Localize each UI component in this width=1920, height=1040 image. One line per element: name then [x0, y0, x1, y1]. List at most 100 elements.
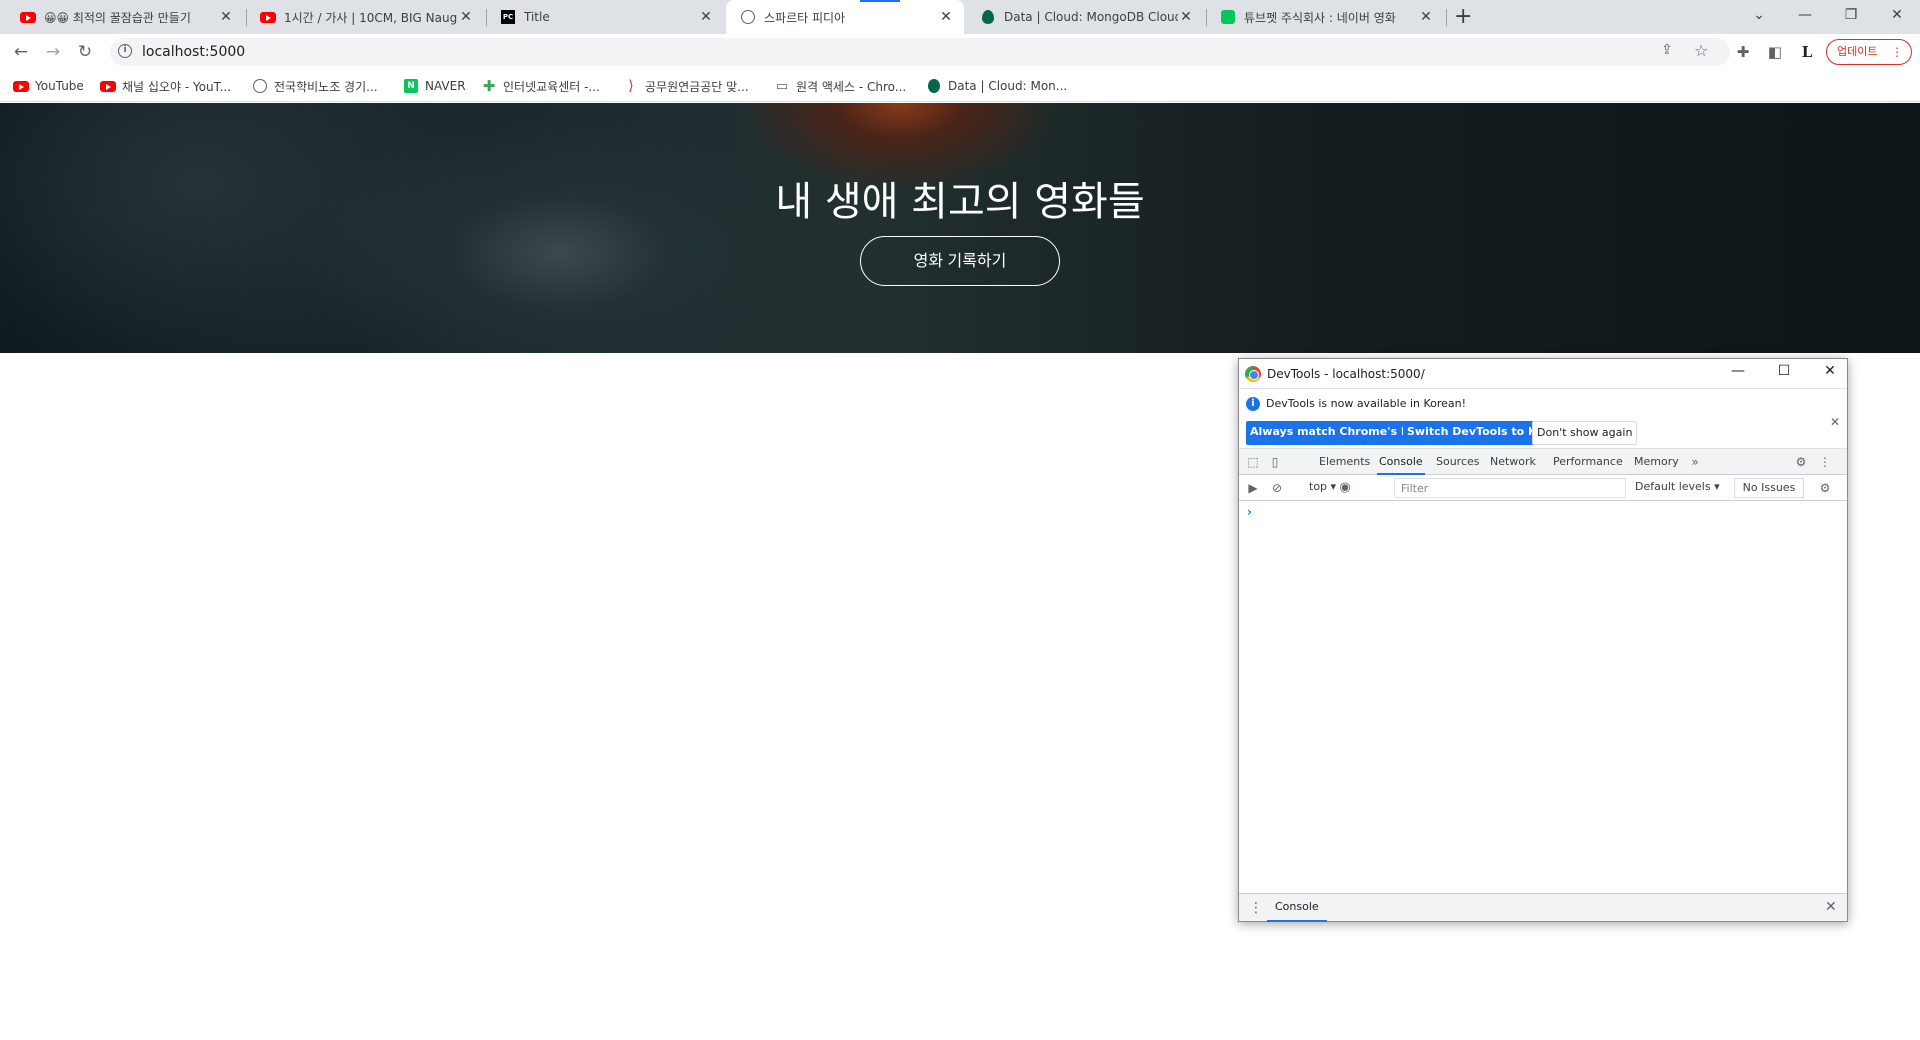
close-icon[interactable]: ✕	[218, 9, 234, 25]
close-icon[interactable]: ✕	[1178, 9, 1194, 25]
address-url[interactable]: localhost:5000	[142, 44, 245, 60]
hero-banner: 내 생애 최고의 영화들 영화 기록하기	[0, 103, 1920, 353]
bookmark-label: 인터넷교육센터 -...	[503, 79, 600, 94]
bookmark-internet-edu[interactable]: ✚ 인터넷교육센터 -...	[481, 76, 600, 96]
inspect-element-icon[interactable]: ⬚	[1245, 454, 1261, 470]
close-icon[interactable]: ✕	[458, 9, 474, 25]
levels-value: Default levels	[1635, 480, 1711, 493]
tab-title: 튜브펫 주식회사 : 네이버 영화	[1244, 10, 1396, 25]
address-bar[interactable]: i localhost:5000 ⇪ ☆	[110, 38, 1730, 66]
forward-arrow-icon[interactable]: →	[41, 40, 65, 64]
bookmark-star-icon[interactable]: ☆	[1694, 41, 1708, 60]
menu-kebab-icon: ⋮	[1891, 45, 1903, 59]
new-tab-plus-icon[interactable]: +	[1454, 5, 1472, 29]
devtools-window: DevTools - localhost:5000/ — ☐ ✕ i DevTo…	[1238, 358, 1848, 922]
tab-title-page[interactable]: PC Title ✕	[486, 0, 724, 34]
context-value: top	[1309, 480, 1328, 493]
extensions-puzzle-icon[interactable]: ✚	[1732, 40, 1754, 64]
site-info-icon[interactable]: i	[118, 44, 132, 58]
bookmark-pension[interactable]: ⟩ 공무원연금공단 맞...	[623, 76, 749, 96]
youtube-icon	[260, 9, 276, 25]
bookmark-label: 전국학비노조 경기...	[274, 79, 378, 94]
bookmark-remote-access[interactable]: ▭ 원격 액세스 - Chro...	[774, 76, 906, 96]
tab-console[interactable]: Console	[1377, 449, 1425, 475]
kebab-menu-icon[interactable]: ⋮	[1817, 454, 1833, 470]
gear-icon[interactable]: ⚙	[1817, 480, 1833, 496]
share-icon[interactable]: ⇪	[1661, 42, 1673, 58]
browser-toolbar: ← → ↻ i localhost:5000 ⇪ ☆ ✚ ◧ L 업데이트 ⋮	[0, 34, 1920, 70]
tab-search-chevron-icon[interactable]: ⌄	[1736, 0, 1782, 34]
back-arrow-icon[interactable]: ←	[9, 40, 33, 64]
more-tabs-chevron-icon[interactable]: »	[1687, 454, 1703, 470]
console-output[interactable]: ›	[1239, 501, 1847, 893]
profile-avatar[interactable]: L	[1796, 40, 1818, 64]
tab-youtube-lyrics[interactable]: 1시간 / 가사 | 10CM, BIG Naught ✕	[246, 0, 484, 34]
tab-title: 😀😀 최적의 꿀잠습관 만들기	[44, 10, 191, 25]
info-icon: i	[1246, 397, 1260, 411]
tab-spartapedia[interactable]: 스파르타 피디아 ✕	[726, 0, 964, 34]
log-levels-dropdown[interactable]: Default levels ▾	[1635, 480, 1720, 493]
eye-icon[interactable]: ◉	[1337, 480, 1353, 496]
tab-network[interactable]: Network	[1488, 449, 1538, 475]
bookmark-label: YouTube	[35, 79, 84, 93]
bookmark-label: Data | Cloud: Mon...	[948, 79, 1068, 93]
plus-colorful-icon: ✚	[482, 77, 496, 95]
context-selector[interactable]: top ▾	[1309, 480, 1336, 493]
sidebar-toggle-icon[interactable]: ▶	[1245, 480, 1261, 496]
bookmark-naver[interactable]: N NAVER	[403, 76, 466, 96]
clear-console-icon[interactable]: ⊘	[1269, 480, 1285, 496]
window-close-icon[interactable]: ✕	[1815, 363, 1845, 379]
globe-icon	[740, 9, 756, 25]
close-icon[interactable]: ✕	[1825, 899, 1837, 915]
hero-title: 내 생애 최고의 영화들	[775, 179, 1145, 225]
devtools-titlebar[interactable]: DevTools - localhost:5000/ — ☐ ✕	[1239, 359, 1847, 389]
language-infobar: i DevTools is now available in Korean! A…	[1239, 389, 1847, 449]
youtube-icon	[100, 78, 116, 94]
bookmark-channel-15ya[interactable]: 채널 십오야 - YouT...	[100, 76, 231, 96]
window-close-icon[interactable]: ✕	[1874, 0, 1920, 34]
update-button[interactable]: 업데이트 ⋮	[1826, 39, 1912, 65]
devtools-window-title: DevTools - localhost:5000/	[1267, 367, 1425, 381]
tab-elements[interactable]: Elements	[1317, 449, 1372, 475]
tab-title: Data | Cloud: MongoDB Cloud	[1004, 10, 1178, 24]
remote-desktop-icon: ▭	[775, 78, 789, 94]
tab-title: 스파르타 피디아	[764, 10, 846, 25]
browser-window: 😀😀 최적의 꿀잠습관 만들기 ✕ 1시간 / 가사 | 10CM, BIG N…	[0, 0, 1920, 1040]
tab-youtube-sleep[interactable]: 😀😀 최적의 꿀잠습관 만들기 ✕	[6, 0, 244, 34]
device-toolbar-icon[interactable]: ▯	[1267, 454, 1283, 470]
tab-sources[interactable]: Sources	[1434, 449, 1482, 475]
gear-icon[interactable]: ⚙	[1793, 454, 1809, 470]
tab-mongodb[interactable]: Data | Cloud: MongoDB Cloud ✕	[966, 0, 1204, 34]
side-panel-icon[interactable]: ◧	[1764, 40, 1786, 64]
bookmark-label: 공무원연금공단 맞...	[645, 79, 749, 94]
tab-title: 1시간 / 가사 | 10CM, BIG Naught	[284, 10, 458, 25]
drawer-menu-icon[interactable]: ⋮	[1249, 900, 1263, 916]
close-icon[interactable]: ✕	[1830, 415, 1840, 429]
tab-title: Title	[524, 10, 550, 24]
issues-button[interactable]: No Issues	[1734, 478, 1804, 498]
bookmark-union[interactable]: 전국학비노조 경기...	[252, 76, 378, 96]
mongodb-icon	[980, 9, 996, 25]
minimize-icon[interactable]: —	[1723, 363, 1753, 379]
update-label: 업데이트	[1837, 45, 1878, 58]
tab-naver-movie[interactable]: 튜브펫 주식회사 : 네이버 영화 ✕	[1206, 0, 1444, 34]
close-icon[interactable]: ✕	[938, 9, 954, 25]
console-toolbar: ▶ ⊘ top ▾ ◉ Filter Default levels ▾ No I…	[1239, 475, 1847, 501]
reload-icon[interactable]: ↻	[73, 40, 97, 64]
record-movie-button[interactable]: 영화 기록하기	[860, 236, 1060, 286]
drawer-tab-console[interactable]: Console	[1267, 894, 1327, 922]
filter-input[interactable]: Filter	[1394, 478, 1626, 498]
close-icon[interactable]: ✕	[698, 9, 714, 25]
bookmark-mongodb[interactable]: Data | Cloud: Mon...	[926, 76, 1067, 96]
bookmark-youtube[interactable]: YouTube	[13, 76, 84, 96]
bookmark-label: NAVER	[425, 79, 466, 93]
console-prompt[interactable]: ›	[1247, 505, 1252, 519]
restore-icon[interactable]: ❐	[1828, 0, 1874, 34]
dont-show-again-button[interactable]: Don't show again	[1532, 421, 1638, 445]
youtube-icon	[13, 78, 29, 94]
tab-performance[interactable]: Performance	[1551, 449, 1625, 475]
tab-memory[interactable]: Memory	[1632, 449, 1681, 475]
close-icon[interactable]: ✕	[1418, 9, 1434, 25]
minimize-icon[interactable]: —	[1782, 0, 1828, 34]
maximize-icon[interactable]: ☐	[1769, 363, 1799, 379]
